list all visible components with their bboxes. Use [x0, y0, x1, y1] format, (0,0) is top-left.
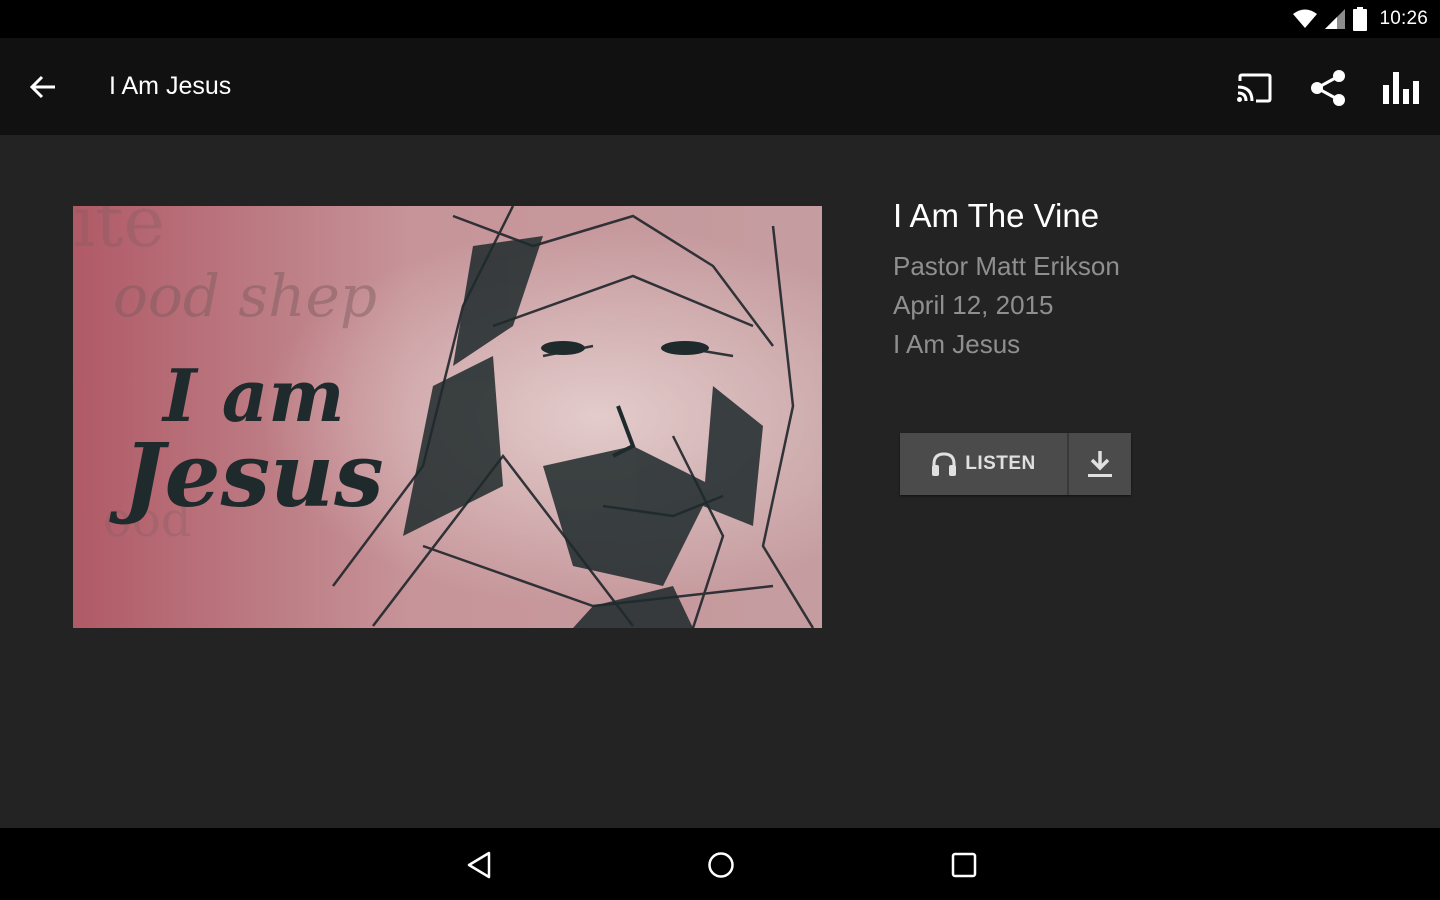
status-time: 10:26: [1379, 8, 1428, 29]
sermon-title: I Am The Vine: [893, 197, 1100, 234]
svg-text:ite: ite: [73, 206, 165, 263]
battery-icon: [1353, 7, 1368, 31]
listen-label: LISTEN: [965, 453, 1036, 474]
nav-home-icon: [708, 852, 734, 878]
wifi-icon: [1293, 9, 1318, 28]
cast-icon: [1237, 73, 1272, 103]
headphones-icon: [932, 452, 957, 476]
cast-button[interactable]: [1228, 62, 1280, 114]
page-title: I Am Jesus: [109, 72, 232, 100]
back-button[interactable]: [20, 64, 66, 110]
sermon-info: I Am The Vine Pastor Matt Erikson April …: [893, 197, 1120, 358]
download-button[interactable]: [1069, 433, 1131, 495]
artwork-bg-text: ood shep: [113, 262, 377, 330]
status-icons: 10:26: [1293, 6, 1428, 32]
share-icon: [1311, 70, 1345, 106]
cell-signal-icon: [1325, 9, 1346, 29]
nav-home-button[interactable]: [697, 841, 745, 889]
media-actions: LISTEN: [900, 433, 1131, 495]
share-button[interactable]: [1302, 62, 1354, 114]
toolbar-actions: [1228, 62, 1428, 114]
status-bar: 10:26: [0, 0, 1440, 38]
sermon-speaker: Pastor Matt Erikson: [893, 251, 1120, 281]
listen-button[interactable]: LISTEN: [900, 433, 1067, 495]
nav-back-button[interactable]: [455, 841, 503, 889]
bar-chart-icon: [1383, 72, 1419, 104]
nav-recents-button[interactable]: [940, 841, 988, 889]
download-icon: [1088, 451, 1112, 477]
sermon-artwork: ood shep ite ood I am Jesus: [73, 206, 822, 628]
app-toolbar: I Am Jesus: [0, 38, 1440, 135]
nav-back-icon: [467, 851, 491, 879]
arrow-back-icon: [29, 75, 55, 99]
artwork-title-line-2: Jesus: [109, 423, 384, 527]
stats-button[interactable]: [1376, 62, 1428, 114]
nav-recents-icon: [951, 852, 977, 878]
sermon-date: April 12, 2015: [893, 290, 1054, 320]
sermon-series: I Am Jesus: [893, 329, 1021, 359]
sermon-detail: ood shep ite ood I am Jesus I Am The Vin…: [0, 135, 1440, 828]
system-nav-bar: [0, 828, 1440, 900]
